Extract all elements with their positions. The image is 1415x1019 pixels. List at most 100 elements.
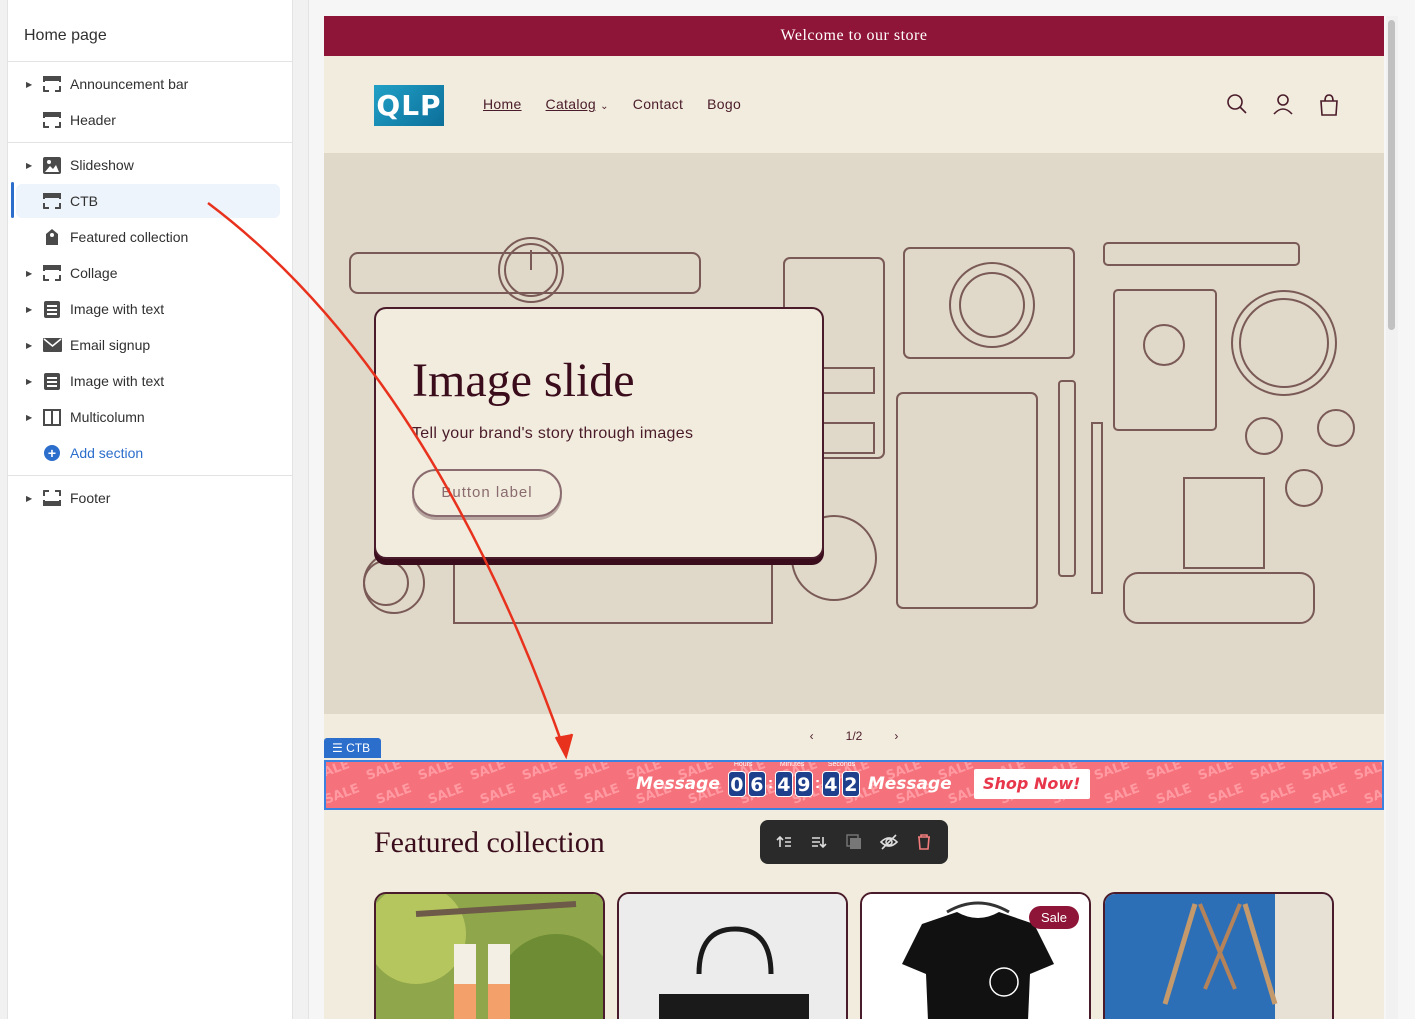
chevron-right-icon[interactable]: ▶ (26, 341, 36, 350)
slide-pager: ‹ 1/2 › (324, 714, 1384, 758)
sale-pattern-word: SALE (416, 762, 456, 784)
sidebar-item-label: Email signup (70, 337, 151, 353)
announcement-bar: Welcome to our store (324, 16, 1384, 56)
mail-icon (42, 336, 62, 354)
chevron-right-icon[interactable]: ▶ (26, 305, 36, 314)
sale-pattern-word: SALE (1154, 781, 1194, 808)
sale-pattern-word: SALE (478, 781, 518, 808)
sale-pattern-word: SALE (1362, 781, 1384, 808)
move-down-icon[interactable] (808, 831, 830, 853)
product-image-earrings (376, 894, 603, 1019)
delete-icon[interactable] (913, 831, 935, 853)
store-preview: Welcome to our store QLP Home Catalog ⌄ … (324, 16, 1384, 1019)
sale-pattern-word: SALE (1310, 781, 1350, 808)
sale-pattern-word: SALE (1206, 781, 1246, 808)
header-icon (42, 111, 62, 129)
tag-icon (42, 228, 62, 246)
section-toolbar (760, 820, 948, 864)
sidebar-item-label: Footer (70, 490, 111, 506)
preview-scrollbar[interactable] (1386, 16, 1398, 1019)
sale-pattern-word: SALE (1300, 762, 1340, 784)
timer-digit: 4 (774, 771, 793, 797)
timer-label-seconds: Seconds (827, 761, 856, 768)
pager-count: 1/2 (845, 729, 863, 743)
hide-icon[interactable] (878, 831, 900, 853)
search-icon[interactable] (1226, 93, 1248, 115)
nav-home[interactable]: Home (483, 96, 522, 112)
sidebar-item-featured-collection[interactable]: Featured collection (16, 220, 280, 254)
sale-pattern-word: SALE (1352, 762, 1384, 784)
sidebar-item-collage[interactable]: ▶ Collage (16, 256, 280, 290)
product-card[interactable] (617, 892, 848, 1019)
text-block-icon (42, 372, 62, 390)
add-section-button[interactable]: + Add section (16, 436, 280, 470)
timer-digit: 0 (727, 771, 746, 797)
announcement-icon (42, 75, 62, 93)
divider (8, 142, 293, 143)
sidebar-item-label: Header (70, 112, 116, 128)
sidebar-item-email-signup[interactable]: ▶ Email signup (16, 328, 280, 362)
nav-contact[interactable]: Contact (633, 96, 683, 112)
ctb-content: Message Hours Minutes Seconds 0 6 : 4 9 … (636, 762, 1090, 799)
sidebar-item-slideshow[interactable]: ▶ Slideshow (16, 148, 280, 182)
sidebar-item-label: Featured collection (70, 229, 189, 245)
store-logo[interactable]: QLP (374, 85, 444, 126)
sale-pattern-word: SALE (1196, 762, 1236, 784)
header-icons (1226, 93, 1340, 117)
sidebar-item-label: Slideshow (70, 157, 134, 173)
main-nav: Home Catalog ⌄ Contact Bogo (483, 96, 741, 112)
nav-bogo[interactable]: Bogo (707, 96, 741, 112)
chevron-down-icon: ⌄ (600, 101, 609, 112)
slide-text: Tell your brand's story through images (412, 425, 694, 442)
chevron-right-icon[interactable]: ▶ (26, 377, 36, 386)
chevron-right-icon[interactable]: ▶ (26, 80, 36, 89)
product-image-bag (619, 894, 846, 1019)
sidebar-item-ctb[interactable]: CTB (16, 184, 280, 218)
shop-now-button[interactable]: Shop Now! (973, 769, 1090, 799)
scroll-thumb[interactable] (1388, 20, 1395, 330)
app-root: Home page ▶ Announcement bar Header ▶ Sl… (0, 0, 1415, 1019)
sidebar-item-footer[interactable]: ▶ Footer (16, 481, 280, 515)
chevron-right-icon[interactable]: ▶ (26, 269, 36, 278)
sale-pattern-word: SALE (326, 781, 362, 808)
move-up-icon[interactable] (773, 831, 795, 853)
slide-heading: Image slide (412, 354, 635, 407)
chevron-left-icon[interactable]: ‹ (810, 729, 814, 743)
sale-pattern-word: SALE (468, 762, 508, 784)
sale-pattern-word: SALE (530, 781, 570, 808)
plus-circle-icon: + (42, 444, 62, 462)
countdown-timer-bar[interactable]: SALE SALE SALE SALE SALE SALE SALE SALE SALE SALE… (324, 760, 1384, 810)
sidebar-item-label: Announcement bar (70, 76, 189, 92)
cart-icon[interactable] (1318, 93, 1340, 117)
divider (8, 61, 293, 62)
sale-pattern-word: SALE (374, 781, 414, 808)
chevron-right-icon[interactable]: ▶ (26, 494, 36, 503)
sale-badge: Sale (1028, 906, 1079, 929)
text-block-icon (42, 300, 62, 318)
sidebar-item-label: CTB (70, 193, 98, 209)
duplicate-icon[interactable] (843, 831, 865, 853)
sidebar-item-image-with-text-2[interactable]: ▶ Image with text (16, 364, 280, 398)
chevron-right-icon[interactable]: ▶ (26, 413, 36, 422)
columns-icon (42, 408, 62, 426)
product-card[interactable]: Sale (860, 892, 1091, 1019)
product-card[interactable] (1103, 892, 1334, 1019)
nav-catalog[interactable]: Catalog ⌄ (546, 96, 609, 112)
chevron-right-icon[interactable]: ▶ (26, 161, 36, 170)
footer-icon (42, 489, 62, 507)
slide-button[interactable]: Button label (412, 469, 562, 517)
chevron-right-icon[interactable]: › (894, 729, 898, 743)
account-icon[interactable] (1272, 93, 1294, 115)
sidebar-item-announcement-bar[interactable]: ▶ Announcement bar (16, 67, 280, 101)
sale-pattern-word: SALE (572, 762, 612, 784)
sidebar-item-label: Image with text (70, 301, 165, 317)
sidebar-item-image-with-text[interactable]: ▶ Image with text (16, 292, 280, 326)
sidebar-item-label: Collage (70, 265, 118, 281)
sidebar-item-header[interactable]: Header (16, 103, 280, 137)
sale-pattern-word: SALE (364, 762, 404, 784)
product-card[interactable] (374, 892, 605, 1019)
sidebar-item-multicolumn[interactable]: ▶ Multicolumn (16, 400, 280, 434)
add-section-label: Add section (70, 445, 144, 461)
sale-pattern-word: SALE (1258, 781, 1298, 808)
divider (8, 475, 293, 476)
